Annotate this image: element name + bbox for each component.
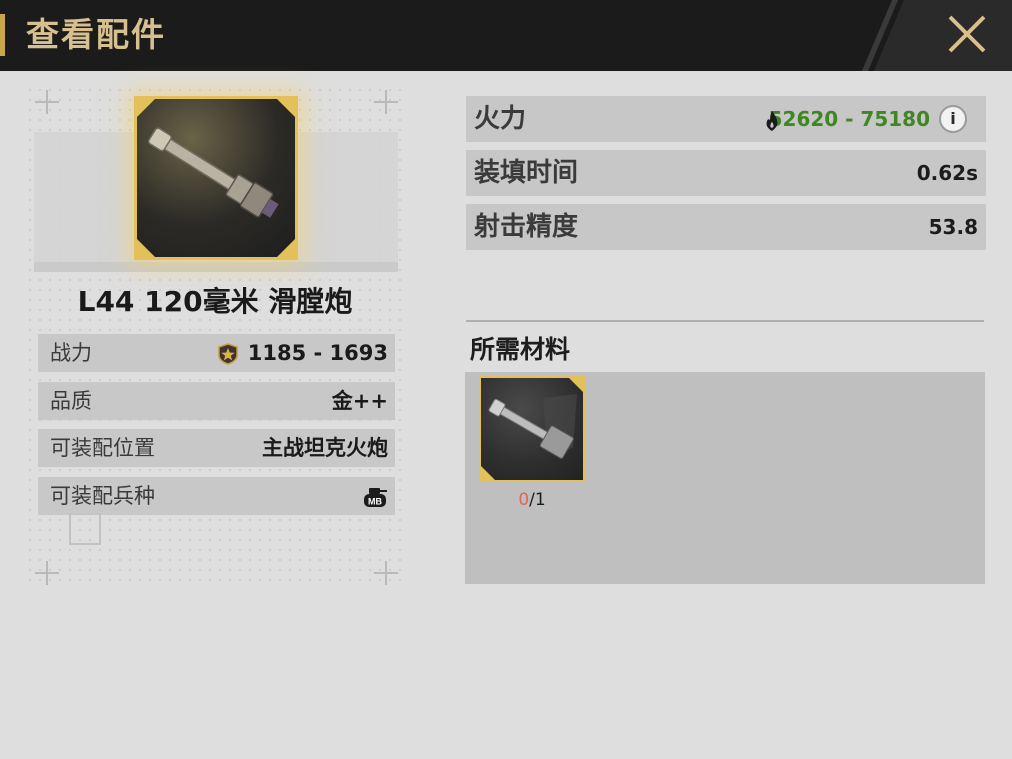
corner-crosshair-br — [374, 561, 398, 585]
material-owned: 0 — [518, 490, 530, 510]
attr-row-firepower: 火力 52620 - 75180 — [466, 96, 986, 142]
attr-label: 火力 — [474, 104, 527, 134]
mbt-tank-icon: MB — [364, 488, 387, 507]
attr-label: 装填时间 — [474, 158, 579, 188]
materials-title: 所需材料 — [470, 335, 571, 364]
stat-row-power: 战力 1185 - 1693 — [38, 334, 395, 372]
attr-row-reload-time: 装填时间 0.62s — [466, 150, 986, 196]
mbt-tank-icon-text: MB — [368, 497, 382, 507]
close-icon[interactable] — [944, 11, 990, 57]
attr-value: 53.8 — [928, 215, 978, 239]
item-name: L44 120毫米 滑膛炮 — [77, 285, 353, 318]
material-item[interactable] — [479, 376, 585, 482]
material-required: /1 — [529, 490, 546, 510]
stat-label: 可装配兵种 — [50, 484, 155, 508]
corner-crosshair-bl — [35, 561, 59, 585]
corner-crosshair-tl — [35, 90, 59, 114]
cannon-material-icon — [481, 378, 583, 480]
stat-value: 1185 - 1693 — [247, 341, 388, 365]
stat-row-slot: 可装配位置 主战坦克火炮 — [38, 429, 395, 467]
cannon-icon — [137, 99, 295, 257]
stat-value: 主战坦克火炮 — [262, 436, 388, 460]
stat-value: 金++ — [331, 389, 388, 413]
stat-label: 战力 — [50, 341, 92, 365]
section-divider — [466, 320, 984, 322]
stat-label: 品质 — [50, 389, 92, 413]
attr-value: 52620 - 75180 — [768, 107, 930, 131]
attr-value: 0.62s — [916, 161, 978, 185]
material-count: 0/1 — [479, 490, 585, 510]
attr-label: 射击精度 — [474, 212, 579, 242]
star-shield-icon — [218, 343, 238, 365]
info-icon[interactable]: i — [939, 105, 967, 133]
stat-row-unit-type: 可装配兵种 MB — [38, 477, 395, 515]
stat-label: 可装配位置 — [50, 436, 155, 460]
fire-icon — [766, 111, 778, 131]
header-accent-bar — [0, 14, 5, 56]
page-title: 查看配件 — [26, 15, 166, 54]
item-icon-frame — [134, 96, 298, 260]
header-bar: 查看配件 — [0, 0, 1012, 71]
stat-row-quality: 品质 金++ — [38, 382, 395, 420]
corner-crosshair-tr — [374, 90, 398, 114]
attr-row-accuracy: 射击精度 53.8 — [466, 204, 986, 250]
